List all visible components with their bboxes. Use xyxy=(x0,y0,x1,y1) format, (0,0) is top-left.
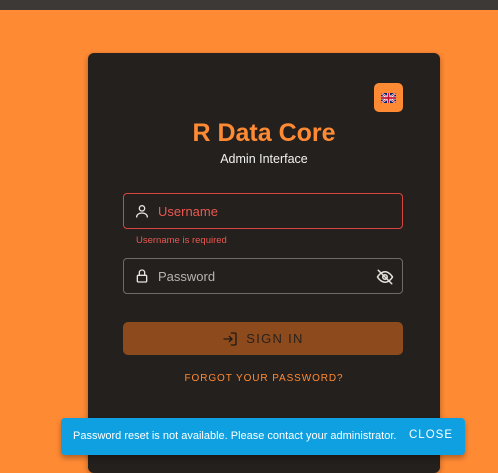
snackbar-message: Password reset is not available. Please … xyxy=(73,430,397,442)
sign-in-label: SIGN IN xyxy=(246,331,304,346)
login-card: R Data Core Admin Interface Username is … xyxy=(88,53,440,473)
forgot-password-link[interactable]: FORGOT YOUR PASSWORD? xyxy=(88,373,440,384)
username-field[interactable] xyxy=(123,193,403,229)
username-input[interactable] xyxy=(158,194,368,228)
sign-in-button[interactable]: SIGN IN xyxy=(123,322,403,355)
app-subtitle: Admin Interface xyxy=(220,152,308,166)
username-error-text: Username is required xyxy=(136,235,227,246)
uk-flag-icon xyxy=(381,92,396,103)
snackbar-close-button[interactable]: CLOSE xyxy=(409,429,453,441)
lock-icon xyxy=(136,269,148,283)
password-input[interactable] xyxy=(158,259,368,293)
app-title: R Data Core xyxy=(192,119,336,147)
language-button[interactable] xyxy=(374,83,403,112)
user-icon xyxy=(136,205,148,218)
window-top-bar xyxy=(0,0,498,10)
login-icon xyxy=(223,331,237,346)
snackbar: Password reset is not available. Please … xyxy=(61,418,465,455)
password-field[interactable] xyxy=(123,258,403,294)
eye-off-icon[interactable] xyxy=(376,268,394,286)
